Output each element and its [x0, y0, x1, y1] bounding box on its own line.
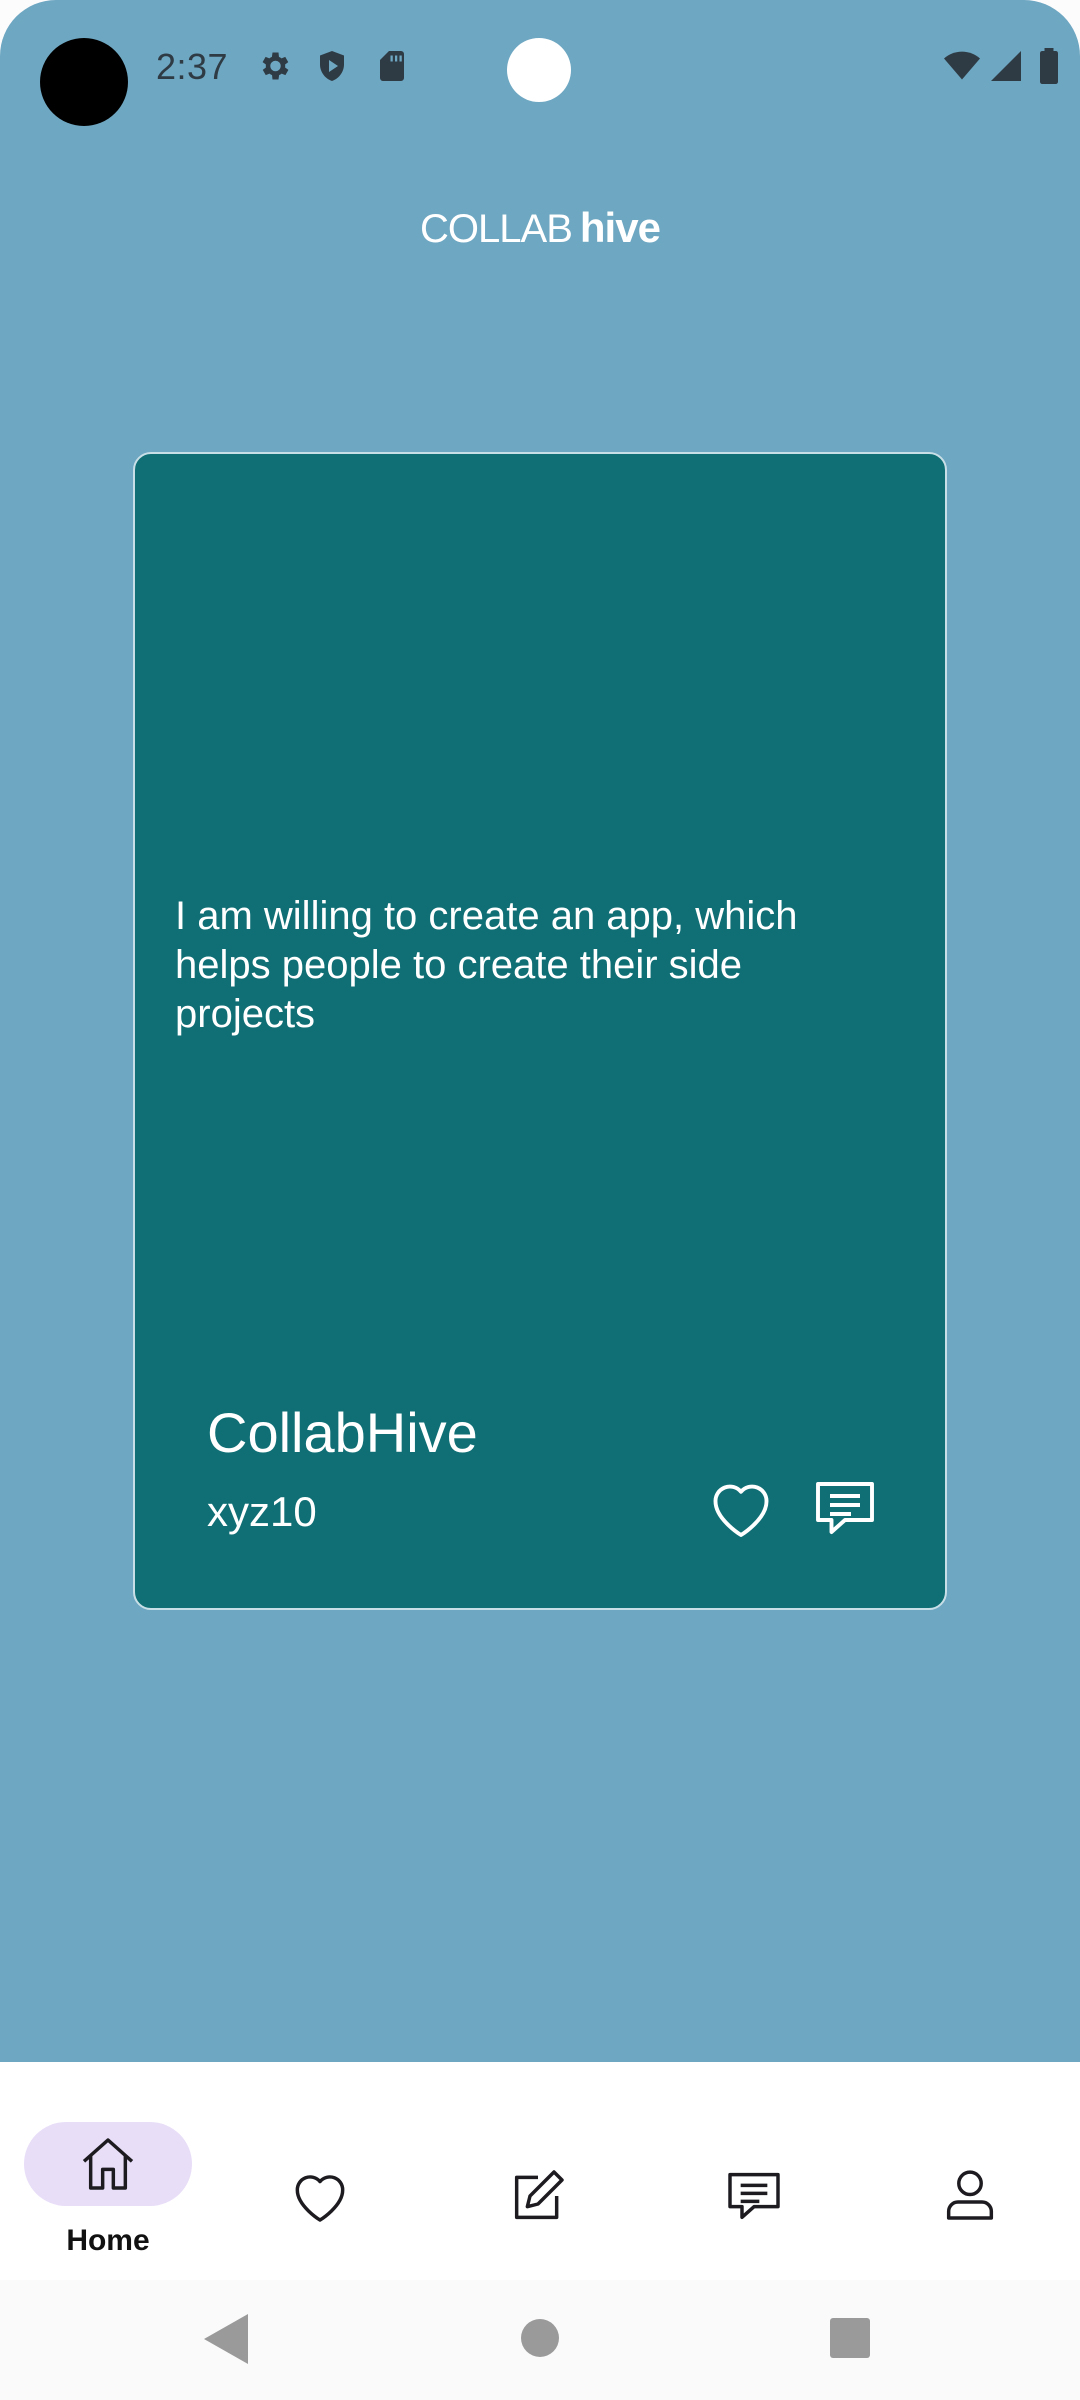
- comment-icon: [816, 1482, 874, 1534]
- nav-item-favorites[interactable]: [224, 2090, 424, 2250]
- signal-icon: [988, 48, 1024, 84]
- chat-icon: [722, 2164, 786, 2228]
- project-description: I am willing to create an app, which hel…: [175, 894, 798, 1036]
- logo-text-collab: COLLAB: [420, 207, 573, 251]
- status-bar: 2:37: [0, 0, 1080, 140]
- comment-button[interactable]: [809, 1472, 881, 1544]
- project-card[interactable]: I am willing to create an app, which hel…: [133, 452, 947, 1610]
- wifi-icon: [942, 48, 982, 84]
- logo-text-hive: hive: [579, 204, 661, 251]
- project-title: CollabHive: [207, 1401, 478, 1464]
- front-camera-dot: [507, 38, 571, 102]
- camera-cutout: [40, 38, 128, 126]
- settings-icon: [256, 48, 292, 84]
- nav-label-home: Home: [66, 2224, 150, 2257]
- status-time: 2:37: [156, 46, 229, 87]
- home-icon: [76, 2132, 140, 2196]
- like-button[interactable]: [705, 1472, 777, 1544]
- shield-icon: [314, 48, 350, 84]
- nav-item-profile[interactable]: [872, 2090, 1072, 2250]
- home-system-button[interactable]: [520, 2318, 560, 2358]
- sd-card-icon: [374, 48, 410, 84]
- heart-icon: [713, 1484, 769, 1537]
- system-navigation-bar: [0, 2280, 1080, 2400]
- project-username: xyz10: [207, 1488, 317, 1535]
- nav-item-home[interactable]: Home: [14, 2090, 214, 2257]
- nav-item-create[interactable]: [440, 2090, 640, 2250]
- edit-icon: [506, 2164, 570, 2228]
- back-button[interactable]: [204, 2314, 248, 2364]
- battery-icon: [1036, 48, 1062, 84]
- app-logo: COLLAB hive: [0, 198, 1080, 259]
- heart-icon: [288, 2164, 352, 2228]
- recents-button[interactable]: [830, 2318, 870, 2358]
- nav-item-messages[interactable]: [656, 2090, 856, 2250]
- app-screen: 2:37 COLLAB hive I am willing to create a…: [0, 0, 1080, 2062]
- profile-icon: [938, 2162, 1002, 2226]
- bottom-navigation: Home: [0, 2062, 1080, 2280]
